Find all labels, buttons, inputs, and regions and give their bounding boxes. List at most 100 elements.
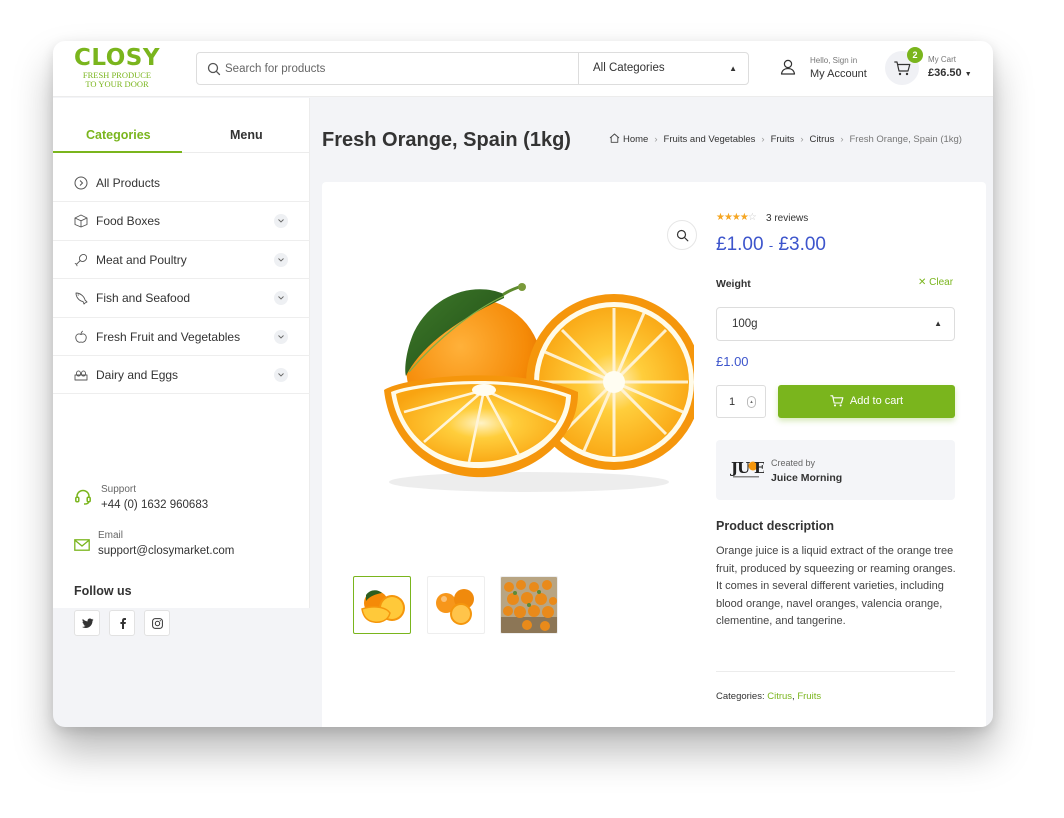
vendor-created-by: Created by — [771, 458, 816, 468]
zoom-icon — [676, 229, 689, 242]
chevron-down-icon[interactable] — [274, 367, 288, 382]
thumbnail-image — [361, 590, 405, 623]
star-rating-icon: ★★★★☆ — [716, 212, 757, 223]
sidebar-item-dairy-eggs[interactable]: Dairy and Eggs — [53, 356, 310, 395]
weight-select[interactable]: 100g ▲ — [716, 307, 955, 341]
account-greeting: Hello, Sign in — [810, 56, 858, 65]
price-min: £1.00 — [716, 234, 764, 255]
twitter-icon — [82, 618, 94, 628]
clear-selection-link[interactable]: ✕ Clear — [918, 277, 953, 288]
breadcrumb: Home › Fruits and Vegetables › Fruits › Citrus… — [609, 133, 962, 145]
apple-icon — [75, 330, 87, 343]
clear-label: Clear — [929, 277, 954, 288]
instagram-button[interactable] — [144, 610, 170, 636]
category-select-value: All Categories — [593, 62, 665, 74]
add-to-cart-button[interactable]: Add to cart — [778, 385, 955, 418]
sidebar-item-label: Dairy and Eggs — [96, 367, 179, 382]
browser-window: CLOSY FRESH PRODUCE TO YOUR DOOR All Cat… — [53, 41, 993, 727]
thumbnail-orange-crate[interactable] — [500, 576, 558, 634]
user-icon — [780, 59, 796, 75]
twitter-button[interactable] — [74, 610, 100, 636]
breadcrumb-fruits-vegetables[interactable]: Fruits and Vegetables — [664, 134, 756, 145]
weight-label: Weight — [716, 278, 751, 290]
chevron-down-icon[interactable] — [274, 329, 288, 344]
page-title: Fresh Orange, Spain (1kg) — [322, 129, 571, 151]
search-bar: All Categories ▲ — [196, 52, 749, 85]
description-title: Product description — [716, 519, 835, 533]
fish-icon — [75, 292, 88, 305]
site-logo[interactable]: CLOSY FRESH PRODUCE TO YOUR DOOR — [74, 45, 174, 89]
svg-text:JU: JU — [730, 459, 750, 477]
quantity-value: 1 — [729, 396, 736, 408]
product-image[interactable] — [364, 272, 694, 497]
chevron-down-icon[interactable] — [274, 214, 288, 229]
vendor-box[interactable]: JU E Created by Juice Morning — [716, 440, 955, 500]
zoom-button[interactable] — [667, 220, 697, 250]
breadcrumb-fruits[interactable]: Fruits — [771, 134, 795, 145]
chevron-down-icon: ▼ — [964, 71, 972, 78]
quantity-stepper[interactable]: 1 ▴ — [716, 385, 766, 418]
category-link-fruits[interactable]: Fruits — [797, 691, 821, 702]
variation-price: £1.00 — [716, 354, 749, 369]
chevron-down-icon[interactable] — [274, 252, 288, 267]
price-separator: - — [768, 238, 774, 253]
box-icon — [74, 214, 88, 228]
chevron-down-icon[interactable] — [274, 291, 288, 306]
vendor-logo: JU E — [730, 459, 764, 478]
spinner-arrows-icon[interactable]: ▴ — [747, 396, 756, 408]
sidebar-item-label: All Products — [96, 176, 161, 190]
breadcrumb-separator-icon: › — [761, 134, 765, 145]
sidebar-item-food-boxes[interactable]: Food Boxes — [53, 202, 310, 241]
circle-chevron-icon — [74, 176, 88, 190]
facebook-icon — [120, 618, 126, 629]
eggs-icon — [74, 370, 88, 381]
search-icon[interactable] — [207, 62, 221, 76]
mail-icon — [74, 539, 90, 551]
select-arrows-icon: ▲ — [934, 319, 942, 328]
sidebar-item-fish-seafood[interactable]: Fish and Seafood — [53, 279, 310, 318]
product-card: ★★★★☆ 3 reviews £1.00 - £3.00 Weight ✕ C… — [322, 182, 986, 727]
thumbnail-orange-halves[interactable] — [353, 576, 411, 634]
breadcrumb-home[interactable]: Home — [623, 134, 648, 145]
category-link-citrus[interactable]: Citrus — [767, 691, 792, 702]
description-text: Orange juice is a liquid extract of the … — [716, 545, 956, 628]
tab-menu[interactable]: Menu — [230, 128, 263, 142]
svg-text:E: E — [754, 459, 764, 477]
categories-label: Categories: — [716, 691, 765, 702]
tab-categories[interactable]: Categories — [86, 128, 151, 142]
cart-total: £36.50 ▼ — [928, 67, 972, 79]
sidebar: Categories Menu All Products Food Boxes — [53, 98, 310, 636]
breadcrumb-citrus[interactable]: Citrus — [810, 134, 835, 145]
site-header: CLOSY FRESH PRODUCE TO YOUR DOOR All Cat… — [53, 41, 993, 97]
select-arrows-icon: ▲ — [729, 64, 737, 73]
sidebar-item-fruit-vegetables[interactable]: Fresh Fruit and Vegetables — [53, 318, 310, 356]
thumbnail-tangerines[interactable] — [427, 576, 485, 634]
support-label: Support — [101, 484, 137, 495]
category-select[interactable]: All Categories ▲ — [578, 53, 749, 84]
support-phone[interactable]: +44 (0) 1632 960683 — [101, 499, 208, 511]
vendor-name[interactable]: Juice Morning — [771, 472, 842, 484]
search-input[interactable] — [225, 53, 575, 84]
sidebar-item-label: Meat and Poultry — [96, 252, 187, 267]
facebook-button[interactable] — [109, 610, 135, 636]
active-tab-indicator — [53, 151, 182, 153]
thumbnail-image — [436, 589, 474, 625]
breadcrumb-separator-icon: › — [654, 134, 658, 145]
follow-us-heading: Follow us — [74, 584, 132, 598]
sidebar-item-meat-poultry[interactable]: Meat and Poultry — [53, 241, 310, 280]
price-max: £3.00 — [778, 234, 826, 255]
account-label: My Account — [810, 68, 867, 80]
thumbnail-image — [501, 577, 557, 633]
product-categories: Categories: Citrus, Fruits — [716, 691, 821, 702]
breadcrumb-separator-icon: › — [800, 134, 804, 145]
add-to-cart-label: Add to cart — [849, 395, 904, 407]
sidebar-item-label: Fish and Seafood — [96, 291, 191, 306]
divider — [716, 671, 955, 672]
cart-icon — [830, 395, 844, 407]
email-address[interactable]: support@closymarket.com — [98, 545, 234, 557]
sidebar-tabs: Categories Menu — [53, 118, 310, 153]
headset-icon — [75, 489, 91, 505]
sidebar-item-all-products[interactable]: All Products — [53, 164, 310, 203]
cart-count-badge: 2 — [907, 47, 923, 63]
category-list: All Products Food Boxes Meat and Poultry — [53, 164, 310, 395]
